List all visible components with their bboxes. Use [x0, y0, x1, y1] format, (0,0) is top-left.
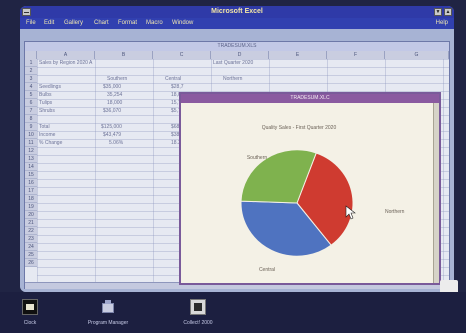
- row-header-15[interactable]: 15: [25, 171, 37, 179]
- monitor-frame: Microsoft Excel ▼ ▲ File Edit Gallery Ch…: [0, 0, 466, 333]
- column-header-g[interactable]: G: [385, 51, 449, 59]
- cell-b9[interactable]: $125,000: [101, 124, 122, 130]
- cell-a1[interactable]: Sales by Region 2020 A: [39, 60, 92, 66]
- cell-b4[interactable]: $35,000: [103, 84, 121, 90]
- row-header-2[interactable]: 2: [25, 67, 37, 75]
- column-header-e[interactable]: E: [269, 51, 327, 59]
- pie-label-northern: Northern: [385, 209, 405, 215]
- cell-a4[interactable]: Seedlings: [39, 84, 61, 90]
- cell-a10[interactable]: Income: [39, 132, 55, 138]
- chart-title: Quality Sales - First Quarter 2020: [262, 125, 337, 131]
- row-header-20[interactable]: 20: [25, 211, 37, 219]
- menu-edit[interactable]: Edit: [44, 18, 54, 29]
- menu-macro[interactable]: Macro: [146, 18, 163, 29]
- chart-window[interactable]: TRADESUM.XLC Quality Sales - First Quart…: [179, 92, 441, 285]
- row-header-6[interactable]: 6: [25, 99, 37, 107]
- row-header-12[interactable]: 12: [25, 147, 37, 155]
- pie-label-central: Central: [259, 267, 275, 273]
- row-header-17[interactable]: 17: [25, 187, 37, 195]
- row-header-14[interactable]: 14: [25, 163, 37, 171]
- cell-a11[interactable]: % Change: [39, 140, 62, 146]
- cell-a6[interactable]: Tulips: [39, 100, 52, 106]
- maximize-icon[interactable]: ▲: [444, 8, 452, 16]
- row-header-3[interactable]: 3: [25, 75, 37, 83]
- cell-b3[interactable]: Southern: [107, 76, 127, 82]
- cell-b10[interactable]: $43,479: [103, 132, 121, 138]
- row-header-11[interactable]: 11: [25, 139, 37, 147]
- minimize-icon[interactable]: ▼: [434, 8, 442, 16]
- clock-icon[interactable]: [22, 299, 38, 315]
- chart-window-title: TRADESUM.XLC: [181, 94, 439, 103]
- menu-gallery[interactable]: Gallery: [64, 18, 83, 29]
- cell-c3[interactable]: Central: [165, 76, 181, 82]
- cell-c4[interactable]: $28,7: [171, 84, 184, 90]
- corner-cell[interactable]: [25, 51, 37, 59]
- row-header-10[interactable]: 10: [25, 131, 37, 139]
- spreadsheet-title: TRADESUM.XLS: [25, 42, 449, 51]
- row-header-23[interactable]: 23: [25, 235, 37, 243]
- pie-label-southern: Southern: [247, 155, 268, 161]
- cell-a9[interactable]: Total: [39, 124, 50, 130]
- column-header-f[interactable]: F: [327, 51, 385, 59]
- taskbar-label-collect: Collect! 2000: [183, 320, 213, 326]
- menu-chart[interactable]: Chart: [94, 18, 109, 29]
- row-header-25[interactable]: 25: [25, 251, 37, 259]
- row-header-13[interactable]: 13: [25, 155, 37, 163]
- row-header-8[interactable]: 8: [25, 115, 37, 123]
- menubar: File Edit Gallery Chart Format Macro Win…: [20, 18, 454, 29]
- row-header-9[interactable]: 9: [25, 123, 37, 131]
- column-header-d[interactable]: D: [211, 51, 269, 59]
- app-title: Microsoft Excel: [211, 8, 263, 15]
- row-header-24[interactable]: 24: [25, 243, 37, 251]
- chart-vertical-scrollbar[interactable]: [433, 103, 439, 283]
- row-header-5[interactable]: 5: [25, 91, 37, 99]
- cell-a5[interactable]: Bulbs: [39, 92, 52, 98]
- row-header-26[interactable]: 26: [25, 259, 37, 267]
- row-header-4[interactable]: 4: [25, 83, 37, 91]
- column-header-b[interactable]: B: [95, 51, 153, 59]
- pie-chart[interactable]: Quality Sales - First Quarter 2020 North…: [181, 103, 433, 283]
- menu-file[interactable]: File: [26, 18, 36, 29]
- cell-d3[interactable]: Northern: [223, 76, 242, 82]
- taskbar-label-program-manager: Program Manager: [87, 320, 129, 326]
- cell-a7[interactable]: Shrubs: [39, 108, 55, 114]
- pie-slices: [240, 149, 354, 257]
- row-header-22[interactable]: 22: [25, 227, 37, 235]
- taskbar: Clock Program Manager Collect! 2000: [0, 292, 466, 333]
- row-header-18[interactable]: 18: [25, 195, 37, 203]
- row-header-19[interactable]: 19: [25, 203, 37, 211]
- row-header-16[interactable]: 16: [25, 179, 37, 187]
- column-header-c[interactable]: C: [153, 51, 211, 59]
- row-header-7[interactable]: 7: [25, 107, 37, 115]
- menu-format[interactable]: Format: [118, 18, 137, 29]
- cell-b6[interactable]: 18,000: [107, 100, 122, 106]
- cell-b7[interactable]: $36,070: [103, 108, 121, 114]
- collection-icon[interactable]: [190, 299, 206, 315]
- system-menu-icon[interactable]: [22, 8, 31, 16]
- row-header-1[interactable]: 1: [25, 59, 37, 67]
- cell-b11[interactable]: 5.06%: [109, 140, 123, 146]
- menu-window[interactable]: Window: [172, 18, 193, 29]
- app-titlebar: Microsoft Excel ▼ ▲: [20, 6, 454, 18]
- chart-area[interactable]: Quality Sales - First Quarter 2020 North…: [181, 103, 439, 283]
- taskbar-label-clock: Clock: [23, 320, 37, 326]
- cell-b5[interactable]: 35,254: [107, 92, 122, 98]
- program-manager-icon[interactable]: [100, 299, 116, 315]
- cell-d1[interactable]: Last Quarter 2020: [213, 60, 253, 66]
- menu-help[interactable]: Help: [436, 18, 448, 29]
- column-header-a[interactable]: A: [37, 51, 95, 59]
- row-header-21[interactable]: 21: [25, 219, 37, 227]
